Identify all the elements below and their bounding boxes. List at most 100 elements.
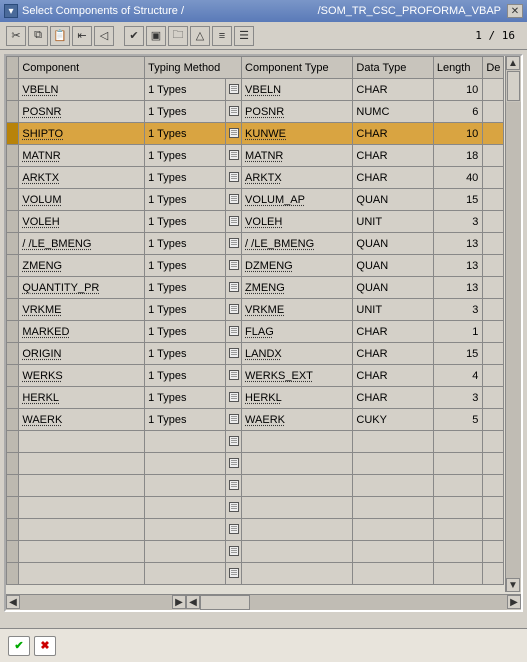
- horizontal-scrollbar[interactable]: ◀ ▶ ◀ ▶: [6, 594, 521, 610]
- row-selector[interactable]: [7, 277, 19, 299]
- cell-component[interactable]: SHIPTO: [19, 123, 145, 145]
- cell-comptype[interactable]: ARKTX: [242, 167, 353, 189]
- dropdown-icon[interactable]: [225, 409, 241, 431]
- table-row[interactable]: WERKS1 TypesWERKS_EXTCHAR4: [7, 365, 504, 387]
- confirm-button[interactable]: ✔: [8, 636, 30, 656]
- cell-typing[interactable]: [145, 497, 225, 519]
- cell-comptype[interactable]: [242, 541, 353, 563]
- dropdown-icon[interactable]: [225, 343, 241, 365]
- row-selector[interactable]: [7, 387, 19, 409]
- hscroll-left-2-icon[interactable]: ◀: [186, 595, 200, 609]
- props-icon[interactable]: ☰: [234, 26, 254, 46]
- open-icon[interactable]: ▣: [146, 26, 166, 46]
- dropdown-icon[interactable]: [225, 211, 241, 233]
- cell-component[interactable]: [19, 541, 145, 563]
- cell-typing[interactable]: 1 Types: [145, 255, 225, 277]
- cell-comptype[interactable]: WAERK: [242, 409, 353, 431]
- row-selector[interactable]: [7, 453, 19, 475]
- row-selector[interactable]: [7, 255, 19, 277]
- cell-component[interactable]: POSNR: [19, 101, 145, 123]
- select-all-header[interactable]: [7, 57, 19, 79]
- cell-comptype[interactable]: ZMENG: [242, 277, 353, 299]
- cell-comptype[interactable]: [242, 453, 353, 475]
- copy-icon[interactable]: ⧉: [28, 26, 48, 46]
- cell-typing[interactable]: [145, 475, 225, 497]
- table-row[interactable]: ORIGIN1 TypesLANDXCHAR15: [7, 343, 504, 365]
- cell-comptype[interactable]: [242, 431, 353, 453]
- cell-comptype[interactable]: POSNR: [242, 101, 353, 123]
- dropdown-icon[interactable]: [225, 255, 241, 277]
- row-selector[interactable]: [7, 211, 19, 233]
- cell-comptype[interactable]: FLAG: [242, 321, 353, 343]
- table-row[interactable]: ARKTX1 TypesARKTXCHAR40: [7, 167, 504, 189]
- row-selector[interactable]: [7, 299, 19, 321]
- cell-typing[interactable]: 1 Types: [145, 387, 225, 409]
- table-row[interactable]: [7, 475, 504, 497]
- cell-typing[interactable]: 1 Types: [145, 365, 225, 387]
- scroll-down-icon[interactable]: ▼: [506, 578, 520, 592]
- list-icon[interactable]: ≡: [212, 26, 232, 46]
- row-selector[interactable]: [7, 343, 19, 365]
- row-selector[interactable]: [7, 321, 19, 343]
- row-selector[interactable]: [7, 79, 19, 101]
- paste-icon[interactable]: 📋: [50, 26, 70, 46]
- hscroll-thumb[interactable]: [200, 595, 250, 610]
- cell-comptype[interactable]: HERKL: [242, 387, 353, 409]
- cell-component[interactable]: WAERK: [19, 409, 145, 431]
- dropdown-icon[interactable]: [225, 123, 241, 145]
- row-selector[interactable]: [7, 167, 19, 189]
- table-row[interactable]: [7, 563, 504, 585]
- table-row[interactable]: POSNR1 TypesPOSNRNUMC6: [7, 101, 504, 123]
- cell-typing[interactable]: 1 Types: [145, 343, 225, 365]
- row-selector[interactable]: [7, 101, 19, 123]
- cell-component[interactable]: [19, 519, 145, 541]
- dropdown-icon[interactable]: [225, 167, 241, 189]
- dropdown-icon[interactable]: [225, 233, 241, 255]
- cell-typing[interactable]: [145, 519, 225, 541]
- cell-component[interactable]: MARKED: [19, 321, 145, 343]
- row-selector[interactable]: [7, 563, 19, 585]
- cell-typing[interactable]: 1 Types: [145, 299, 225, 321]
- cell-component[interactable]: [19, 453, 145, 475]
- cell-component[interactable]: ZMENG: [19, 255, 145, 277]
- dropdown-icon[interactable]: [225, 189, 241, 211]
- dropdown-icon[interactable]: [225, 519, 241, 541]
- row-selector[interactable]: [7, 475, 19, 497]
- col-length[interactable]: Length: [433, 57, 482, 79]
- table-row[interactable]: [7, 519, 504, 541]
- cell-typing[interactable]: 1 Types: [145, 101, 225, 123]
- cell-typing[interactable]: [145, 563, 225, 585]
- cell-comptype[interactable]: WERKS_EXT: [242, 365, 353, 387]
- first-page-icon[interactable]: ⇤: [72, 26, 92, 46]
- cell-comptype[interactable]: [242, 563, 353, 585]
- row-selector[interactable]: [7, 519, 19, 541]
- cell-component[interactable]: ORIGIN: [19, 343, 145, 365]
- cell-comptype[interactable]: / /LE_BMENG: [242, 233, 353, 255]
- cell-typing[interactable]: [145, 541, 225, 563]
- row-selector[interactable]: [7, 365, 19, 387]
- cell-component[interactable]: / /LE_BMENG: [19, 233, 145, 255]
- table-row[interactable]: VRKME1 TypesVRKMEUNIT3: [7, 299, 504, 321]
- row-selector[interactable]: [7, 541, 19, 563]
- table-row[interactable]: MARKED1 TypesFLAGCHAR1: [7, 321, 504, 343]
- row-selector[interactable]: [7, 123, 19, 145]
- row-selector[interactable]: [7, 233, 19, 255]
- table-row[interactable]: VOLUM1 TypesVOLUM_APQUAN15: [7, 189, 504, 211]
- cell-component[interactable]: QUANTITY_PR: [19, 277, 145, 299]
- scroll-thumb[interactable]: [507, 71, 520, 101]
- cell-typing[interactable]: 1 Types: [145, 167, 225, 189]
- cell-typing[interactable]: 1 Types: [145, 409, 225, 431]
- cell-component[interactable]: HERKL: [19, 387, 145, 409]
- row-selector[interactable]: [7, 431, 19, 453]
- cell-component[interactable]: VOLEH: [19, 211, 145, 233]
- table-row[interactable]: MATNR1 TypesMATNRCHAR18: [7, 145, 504, 167]
- dropdown-icon[interactable]: [225, 387, 241, 409]
- table-row[interactable]: ZMENG1 TypesDZMENGQUAN13: [7, 255, 504, 277]
- hscroll-right-2-icon[interactable]: ▶: [507, 595, 521, 609]
- cell-comptype[interactable]: VRKME: [242, 299, 353, 321]
- vertical-scrollbar[interactable]: ▲ ▼: [505, 56, 521, 592]
- table-row[interactable]: / /LE_BMENG1 Types/ /LE_BMENGQUAN13: [7, 233, 504, 255]
- folder-icon[interactable]: 🗀: [168, 26, 188, 46]
- row-selector[interactable]: [7, 497, 19, 519]
- close-icon[interactable]: ✕: [507, 4, 523, 18]
